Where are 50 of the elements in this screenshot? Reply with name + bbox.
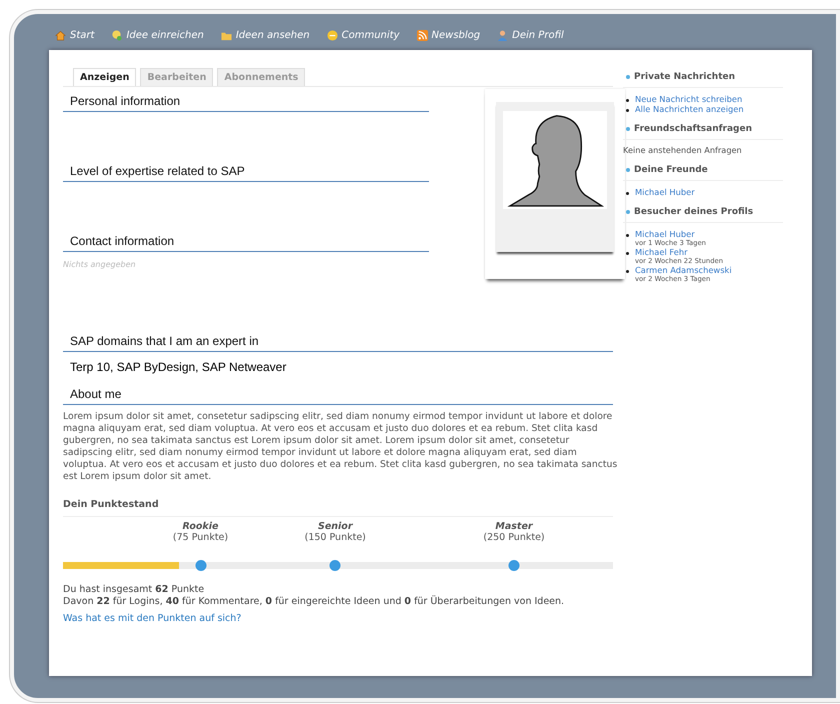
bullet-icon (626, 192, 629, 195)
sidebar-heading: Deine Freunde (623, 161, 783, 181)
nav-link[interactable]: Newsblog (416, 30, 480, 40)
sidebar-link[interactable]: Carmen Adamschewski (635, 265, 732, 275)
section-heading: Level of expertise related to SAP (63, 159, 429, 182)
house-icon (55, 30, 66, 40)
nav-link[interactable]: Community (326, 30, 400, 40)
milestone-dot (508, 560, 520, 571)
nav-link[interactable]: Start (55, 30, 94, 40)
sidebar-link[interactable]: Michael Fehr (635, 247, 724, 257)
nav-link[interactable]: Idee einreichen (111, 30, 204, 40)
sidebar-heading: Freundschaftsanfragen (623, 120, 783, 140)
sidebar-text: Keine anstehenden Anfragen (623, 145, 743, 155)
sidebar-link[interactable]: Alle Nachrichten anzeigen (635, 104, 744, 114)
person-icon (497, 30, 508, 40)
section-heading: Contact information (63, 229, 429, 252)
nav-link[interactable]: Dein Profil (497, 30, 564, 40)
points-summary: Du hast insgesamt 62 Punkte (63, 584, 206, 596)
sidebar-heading: Besucher deines Profils (623, 203, 783, 223)
rss-icon (416, 30, 428, 40)
bullet-icon (626, 252, 629, 255)
profile-tab[interactable]: Abonnements (217, 68, 306, 86)
points-heading: Dein Punktestand (63, 499, 613, 517)
milestone-name: Senior (318, 521, 353, 532)
nav-link[interactable]: Ideen ansehen (220, 30, 310, 40)
sidebar-heading: Private Nachrichten (623, 68, 783, 88)
section-heading: SAP domains that I am an expert in (63, 329, 613, 352)
milestone-name: Master (495, 521, 533, 532)
domains-text: Terp 10, SAP ByDesign, SAP Netweaver (69, 359, 288, 376)
milestone-dot (195, 560, 206, 571)
profile-tab[interactable]: Anzeigen (73, 68, 136, 86)
milestone-points: (150 Punkte) (304, 532, 366, 543)
milestone-name: Rookie (182, 521, 218, 532)
milestone-points: (250 Punkte) (483, 532, 545, 543)
about-text: Lorem ipsum dolor sit amet, consetetur sadipscing elitr, sed diam nonumy eirmod tempor invidunt ut labore et dolore magna aliquyam erat, sed diam voluptua. At vero eos et accusam et justo duo dolores et ea rebum. Stet clita kasd gubergren, no sea takimata sanctus est Lorem ipsum dolor sit amet. Lorem ipsum dolor sit amet, consetetur sadipscing elitr, sed diam nonumy eirmod tempor invidunt ut labore et dolore magna aliquyam erat, sed diam voluptua. At vero eos et accusam et justo duo dolores et ea rebum. Stet clita kasd gubergren, no sea takimata sanctus est Lorem ipsum dolor sit amet. (63, 411, 618, 483)
bullet-icon (626, 109, 629, 112)
milestone-dot (330, 560, 341, 571)
points-summary: Davon 22 für Logins, 40 für Kommentare, 0 für eingereichte Ideen und 0 für Überarbeitungen von Ideen. (63, 596, 566, 608)
bullet-icon (626, 234, 629, 237)
bullet-icon (626, 99, 629, 102)
sidebar-link[interactable]: Michael Huber (635, 187, 695, 197)
bullet-icon (626, 270, 629, 273)
profile-tab[interactable]: Bearbeiten (140, 68, 214, 86)
points-info-link[interactable]: Was hat es mit den Punkten auf sich? (63, 613, 613, 624)
empty-note: Nichts angegeben (63, 260, 137, 269)
sidebar-link[interactable]: Michael Huber (635, 229, 706, 239)
sidebar-link[interactable]: Neue Nachricht schreiben (635, 94, 742, 104)
section-heading: Personal information (63, 89, 429, 112)
section-heading: About me (63, 382, 613, 405)
milestone-points: (75 Punkte) (172, 532, 228, 543)
